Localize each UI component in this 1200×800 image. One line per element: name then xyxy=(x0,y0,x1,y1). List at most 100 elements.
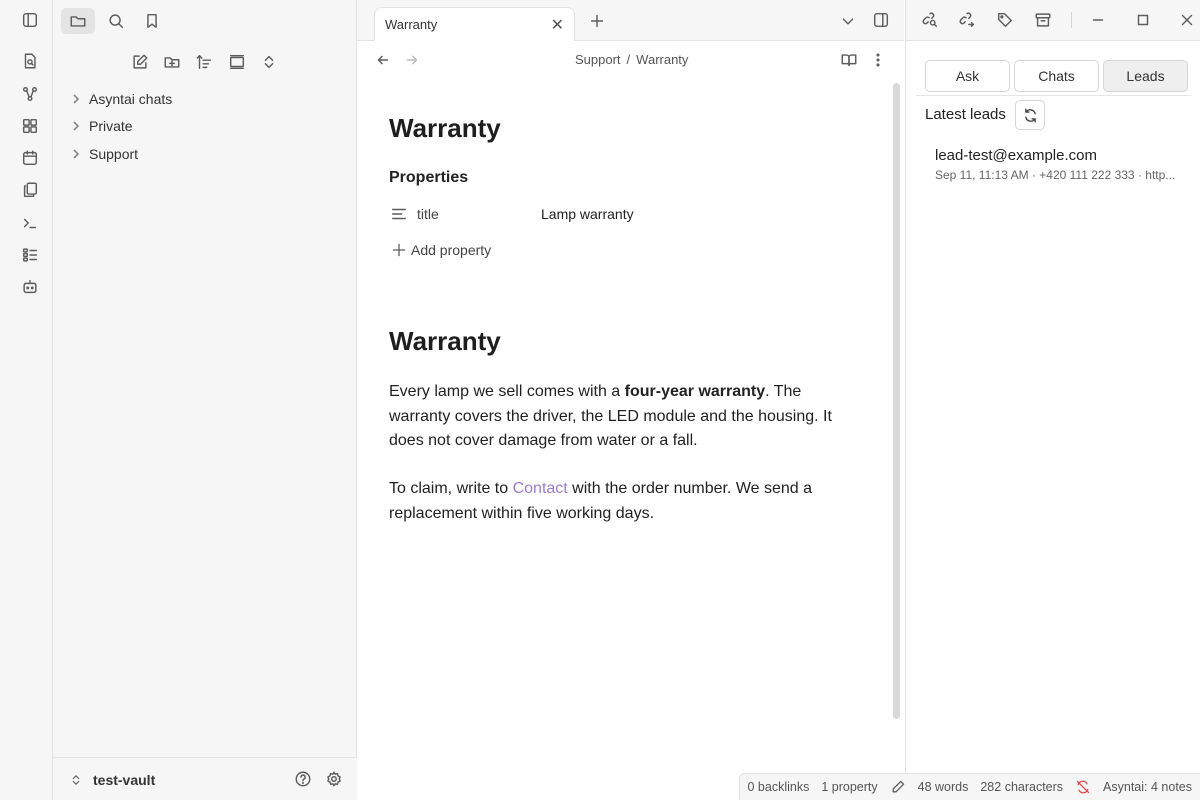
editor-scrollbar[interactable] xyxy=(893,83,900,719)
calendar-icon[interactable] xyxy=(20,148,40,168)
right-sidebar: Ask Chats Leads Latest leads lead-test@e… xyxy=(905,0,1200,800)
close-window-icon[interactable] xyxy=(1177,10,1197,30)
properties-count[interactable]: 1 property xyxy=(821,780,877,794)
new-note-icon[interactable] xyxy=(130,52,150,72)
reading-view-book-icon[interactable] xyxy=(839,50,859,70)
auto-reveal-icon[interactable] xyxy=(227,52,247,72)
file-explorer-sidebar: Asyntai chats Private Support xyxy=(53,0,357,800)
files-tab[interactable] xyxy=(61,8,95,34)
lead-item[interactable]: lead-test@example.com Sep 11, 11:13 AM ·… xyxy=(935,147,1195,182)
ribbon xyxy=(0,0,53,800)
folder-label: Private xyxy=(89,118,133,134)
bookmark-icon xyxy=(143,12,161,30)
breadcrumb: Support / Warranty xyxy=(575,52,688,67)
folder-label: Asyntai chats xyxy=(89,91,173,107)
close-tab-icon[interactable]: ✕ xyxy=(551,15,564,35)
link-search-icon[interactable] xyxy=(920,10,940,30)
folder-icon xyxy=(69,12,87,30)
property-value[interactable]: Lamp warranty xyxy=(541,206,634,222)
property-row-title[interactable]: title Lamp warranty xyxy=(389,204,634,224)
tags-icon[interactable] xyxy=(995,10,1015,30)
add-property-button[interactable]: Add property xyxy=(391,240,491,260)
right-sidebar-header xyxy=(906,0,1200,41)
more-options-icon[interactable] xyxy=(868,50,888,70)
help-icon[interactable] xyxy=(293,769,313,789)
chevron-updown-icon xyxy=(69,770,83,790)
plugin-status[interactable]: Asyntai: 4 notes xyxy=(1103,780,1192,794)
section-title: Latest leads xyxy=(925,106,1006,123)
breadcrumb-separator: / xyxy=(626,52,631,67)
bookmarks-tab[interactable] xyxy=(135,8,169,34)
chevron-right-icon xyxy=(71,149,83,159)
search-icon xyxy=(107,12,125,30)
paragraph-1[interactable]: Every lamp we sell comes with a four-yea… xyxy=(389,380,851,454)
tab-label: Chats xyxy=(1038,68,1075,84)
edit-pencil-icon[interactable] xyxy=(890,777,906,797)
paragraph-text: To claim, write to xyxy=(389,480,513,497)
toggle-sidebar-icon[interactable] xyxy=(20,10,40,30)
character-count: 282 characters xyxy=(980,780,1064,794)
folder-private[interactable]: Private xyxy=(71,114,133,138)
new-tab-plus-icon[interactable] xyxy=(587,11,607,31)
folder-label: Support xyxy=(89,146,139,162)
word-count: 48 words xyxy=(917,780,969,794)
sync-error-icon[interactable] xyxy=(1075,777,1091,797)
divider xyxy=(1071,12,1072,28)
outgoing-links-icon[interactable] xyxy=(957,10,977,30)
tab-label: Ask xyxy=(955,68,980,84)
paragraph-2[interactable]: To claim, write to Contact with the orde… xyxy=(389,477,829,526)
chevron-right-icon xyxy=(71,94,83,104)
add-property-label: Add property xyxy=(411,242,492,258)
lead-meta: Sep 11, 11:13 AM · +420 111 222 333 · ht… xyxy=(935,168,1176,182)
archive-icon[interactable] xyxy=(1033,10,1053,30)
vault-name: test-vault xyxy=(93,772,156,788)
plus-icon xyxy=(391,240,407,260)
content-heading: Warranty xyxy=(389,326,501,356)
editor-pane: Support / Warranty Warranty Properties t… xyxy=(357,41,904,800)
status-bar: 0 backlinks 1 property 48 words 282 char… xyxy=(738,773,1200,800)
search-tab[interactable] xyxy=(99,8,133,34)
toggle-right-sidebar-icon[interactable] xyxy=(871,10,891,30)
asyntai-bot-icon[interactable] xyxy=(20,277,40,297)
command-palette-icon[interactable] xyxy=(20,213,40,233)
backlinks-count[interactable]: 0 backlinks xyxy=(748,780,810,794)
canvas-icon[interactable] xyxy=(20,116,40,136)
paragraph-text: Every lamp we sell comes with a xyxy=(389,383,625,400)
breadcrumb-current[interactable]: Warranty xyxy=(636,52,688,67)
vault-switcher[interactable]: test-vault xyxy=(69,770,155,790)
maximize-window-icon[interactable] xyxy=(1133,10,1153,30)
contact-link[interactable]: Contact xyxy=(513,480,568,497)
properties-heading: Properties xyxy=(389,169,469,186)
lead-email: lead-test@example.com xyxy=(935,147,1097,164)
chevron-right-icon xyxy=(71,121,83,131)
new-folder-icon[interactable] xyxy=(162,52,182,72)
quick-switcher-icon[interactable] xyxy=(20,51,40,71)
refresh-icon xyxy=(1022,107,1039,124)
templates-icon[interactable] xyxy=(20,180,40,200)
bold-text: four-year warranty xyxy=(624,383,766,400)
graph-view-icon[interactable] xyxy=(20,84,40,104)
back-arrow-icon[interactable] xyxy=(373,50,393,70)
tab-ask[interactable]: Ask xyxy=(925,60,1010,92)
divider xyxy=(916,95,1191,96)
settings-gear-icon[interactable] xyxy=(324,769,344,789)
forward-arrow-icon[interactable] xyxy=(402,50,422,70)
tab-chats[interactable]: Chats xyxy=(1014,60,1099,92)
breadcrumb-parent[interactable]: Support xyxy=(575,52,621,67)
note-title[interactable]: Warranty xyxy=(389,113,501,144)
vault-switcher-bar: test-vault xyxy=(53,757,357,800)
tab-label: Warranty xyxy=(385,17,438,32)
folder-asyntai-chats[interactable]: Asyntai chats xyxy=(71,87,172,111)
expand-collapse-icon[interactable] xyxy=(259,52,279,72)
minimize-window-icon[interactable] xyxy=(1088,10,1108,30)
text-lines-icon xyxy=(389,204,409,224)
property-key[interactable]: title xyxy=(417,206,541,222)
tab-list-chevron-down-icon[interactable] xyxy=(838,11,858,31)
tab-warranty[interactable]: Warranty ✕ xyxy=(374,7,575,41)
bases-icon[interactable] xyxy=(20,245,40,265)
refresh-button[interactable] xyxy=(1015,100,1045,130)
folder-support[interactable]: Support xyxy=(71,142,138,166)
sort-order-icon[interactable] xyxy=(194,52,214,72)
tab-leads[interactable]: Leads xyxy=(1103,60,1188,92)
tab-label: Leads xyxy=(1126,68,1165,84)
